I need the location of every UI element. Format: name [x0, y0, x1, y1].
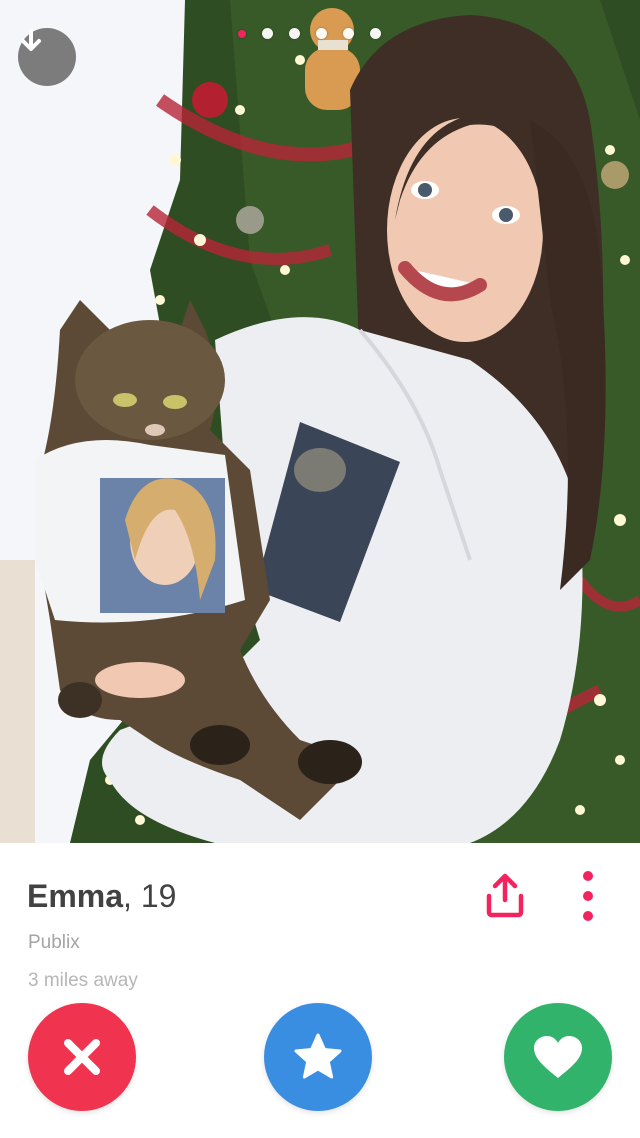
arrow-down-icon [21, 29, 41, 51]
share-button[interactable] [480, 870, 530, 920]
more-options-button[interactable] [575, 870, 601, 926]
profile-name: Emma [27, 878, 124, 914]
pager-dot[interactable] [316, 28, 327, 39]
profile-age: , 19 [123, 878, 177, 914]
heart-icon [534, 1036, 582, 1078]
x-icon [64, 1039, 100, 1075]
like-button[interactable] [504, 1003, 612, 1111]
more-vertical-icon [583, 871, 593, 921]
pager-dot[interactable] [343, 28, 354, 39]
nope-button[interactable] [28, 1003, 136, 1111]
star-icon [294, 1033, 342, 1079]
pager-dot-active[interactable] [238, 29, 246, 38]
pager-dot[interactable] [262, 28, 273, 39]
profile-distance: 3 miles away [28, 970, 138, 991]
pager-dot[interactable] [370, 28, 381, 39]
photo-pager[interactable] [238, 28, 381, 39]
name-age: Emma, 19 [27, 878, 176, 915]
share-icon [486, 873, 524, 918]
photo-illustration [0, 0, 640, 843]
profile-photo[interactable] [0, 0, 640, 843]
profile-info: Emma, 19 Publix 3 miles away [0, 843, 640, 1138]
pager-dot[interactable] [289, 28, 300, 39]
collapse-profile-button[interactable] [18, 28, 76, 86]
profile-job: Publix [28, 932, 80, 953]
super-like-button[interactable] [264, 1003, 372, 1111]
